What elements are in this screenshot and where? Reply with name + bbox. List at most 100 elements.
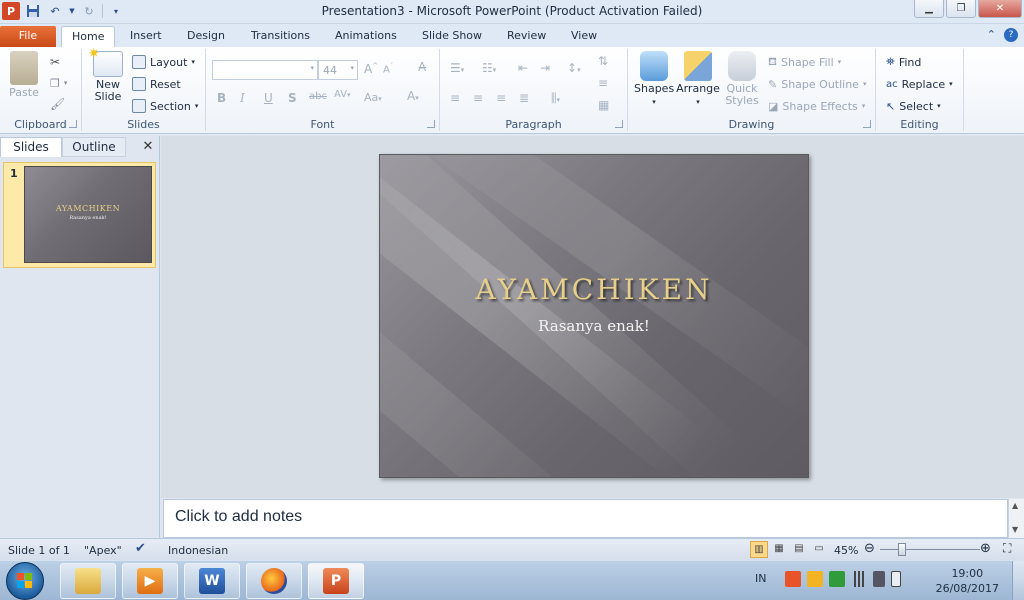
bullets-icon[interactable]: ☰▾ [450,61,464,75]
decrease-indent-icon[interactable]: ⇤ [518,61,528,75]
tab-animations[interactable]: Animations [325,26,407,47]
quick-styles-button[interactable]: Quick Styles [722,51,762,107]
shrink-font-icon[interactable]: Aˇ [383,62,393,75]
notes-pane[interactable]: Click to add notes [163,499,1008,538]
tab-file[interactable]: File [0,26,56,47]
select-button[interactable]: ↖ Select ▾ [886,97,941,115]
italic-icon[interactable]: I [240,91,245,105]
minimize-button[interactable]: ▁ [914,0,944,18]
character-spacing-icon[interactable]: AV▾ [334,89,351,100]
font-dialog-launcher[interactable] [427,120,435,128]
cut-button[interactable]: ✂ [50,53,60,71]
clock[interactable]: 19:00 26/08/2017 [936,566,999,596]
zoom-slider-thumb[interactable] [898,543,906,556]
underline-icon[interactable]: U [264,91,273,105]
help-icon[interactable]: ? [1004,28,1018,42]
slide-thumbnail-item[interactable]: 1 AYAMCHIKEN Rasanya enak! [3,162,156,268]
numbering-icon[interactable]: ☷▾ [482,61,496,75]
close-pane-icon[interactable]: ✕ [138,137,158,157]
tab-insert[interactable]: Insert [120,26,172,47]
justify-icon[interactable]: ≣ [519,91,529,105]
notes-scrollbar[interactable]: ▲ ▼ [1008,499,1024,538]
input-language[interactable]: IN [755,572,766,585]
start-button[interactable] [6,562,44,600]
network-signal-icon[interactable] [851,571,867,587]
tab-home[interactable]: Home [61,26,116,47]
current-slide[interactable]: AYAMCHIKEN Rasanya enak! [379,154,809,478]
scroll-down-icon[interactable]: ▼ [1012,525,1018,534]
tray-app-icon[interactable] [807,571,823,587]
slideshow-view-icon[interactable]: ▭ [810,541,828,558]
slide-title[interactable]: AYAMCHIKEN [380,273,808,306]
paste-button[interactable]: Paste [4,51,44,99]
battery-icon[interactable] [891,571,901,587]
align-center-icon[interactable]: ≡ [473,91,483,105]
drawing-dialog-launcher[interactable] [863,120,871,128]
zoom-slider-track[interactable] [880,549,980,550]
align-right-icon[interactable]: ≡ [496,91,506,105]
zoom-level[interactable]: 45% [834,544,858,557]
reset-button[interactable]: Reset [132,75,181,93]
zoom-out-icon[interactable]: ⊖ [864,541,875,556]
reading-view-icon[interactable]: ▤ [790,541,808,558]
normal-view-icon[interactable]: ▥ [750,541,768,558]
smartart-icon[interactable]: ▦ [598,98,609,112]
shape-effects-button[interactable]: ◪ Shape Effects ▾ [768,97,865,115]
taskbar-powerpoint[interactable]: P [308,563,364,599]
slide-thumbnail[interactable]: AYAMCHIKEN Rasanya enak! [24,166,152,263]
font-family-input[interactable]: ▾ [212,60,318,80]
copy-button[interactable]: ❐ ▾ [50,74,67,92]
align-left-icon[interactable]: ≡ [450,91,460,105]
bold-icon[interactable]: B [217,91,226,105]
scroll-up-icon[interactable]: ▲ [1012,501,1018,510]
font-color-icon[interactable]: A▾ [407,89,419,103]
tray-app-icon[interactable] [829,571,845,587]
arrange-button[interactable]: Arrange ▾ [676,51,720,108]
volume-icon[interactable] [873,571,885,587]
font-size-input[interactable]: 44 ▾ [318,60,358,80]
align-text-icon[interactable]: ≡ [598,76,608,90]
language-indicator[interactable]: Indonesian [168,544,228,557]
section-button[interactable]: Section ▾ [132,97,198,115]
paragraph-dialog-launcher[interactable] [615,120,623,128]
change-case-icon[interactable]: Aa▾ [364,91,382,104]
columns-icon[interactable]: ⫼▾ [551,91,560,106]
tab-slide-show[interactable]: Slide Show [412,26,492,47]
slide-subtitle[interactable]: Rasanya enak! [380,317,808,335]
show-desktop-button[interactable] [1012,561,1024,600]
close-button[interactable]: ✕ [978,0,1022,18]
tab-design[interactable]: Design [177,26,235,47]
slide-sorter-icon[interactable]: ▦ [770,541,788,558]
pane-tab-outline[interactable]: Outline [62,137,126,157]
tab-view[interactable]: View [561,26,607,47]
layout-button[interactable]: Layout ▾ [132,53,195,71]
taskbar-word[interactable]: W [184,563,240,599]
clear-formatting-icon[interactable]: A̶ [418,60,426,74]
taskbar-firefox[interactable] [246,563,302,599]
pane-tab-slides[interactable]: Slides [0,137,62,157]
strikethrough-icon[interactable]: abc [309,91,327,102]
shape-fill-button[interactable]: ⛾ Shape Fill ▾ [768,53,841,71]
theme-name[interactable]: "Apex" [84,544,122,557]
text-direction-icon[interactable]: ⇅ [598,54,608,68]
find-button[interactable]: ⛯ Find [886,53,921,71]
shapes-button[interactable]: Shapes ▾ [634,51,674,108]
taskbar-explorer[interactable] [60,563,116,599]
spell-check-icon[interactable]: ✔ [135,541,146,556]
grow-font-icon[interactable]: A^ [364,62,378,76]
taskbar-media-player[interactable]: ▶ [122,563,178,599]
replace-button[interactable]: ac Replace ▾ [886,75,953,93]
shape-outline-button[interactable]: ✎ Shape Outline ▾ [768,75,866,93]
clipboard-dialog-launcher[interactable] [69,120,77,128]
increase-indent-icon[interactable]: ⇥ [540,61,550,75]
zoom-in-icon[interactable]: ⊕ [980,541,991,556]
format-painter-button[interactable]: 🖌 [50,95,65,113]
shadow-icon[interactable]: S [288,91,297,105]
maximize-button[interactable]: ❐ [946,0,976,18]
tab-transitions[interactable]: Transitions [241,26,320,47]
line-spacing-icon[interactable]: ↕▾ [567,61,581,75]
fit-to-window-icon[interactable]: ⛶ [1003,541,1011,556]
minimize-ribbon-icon[interactable]: ⌃ [987,28,996,42]
new-slide-button[interactable]: ✷ New Slide [88,47,128,103]
tray-app-icon[interactable] [785,571,801,587]
